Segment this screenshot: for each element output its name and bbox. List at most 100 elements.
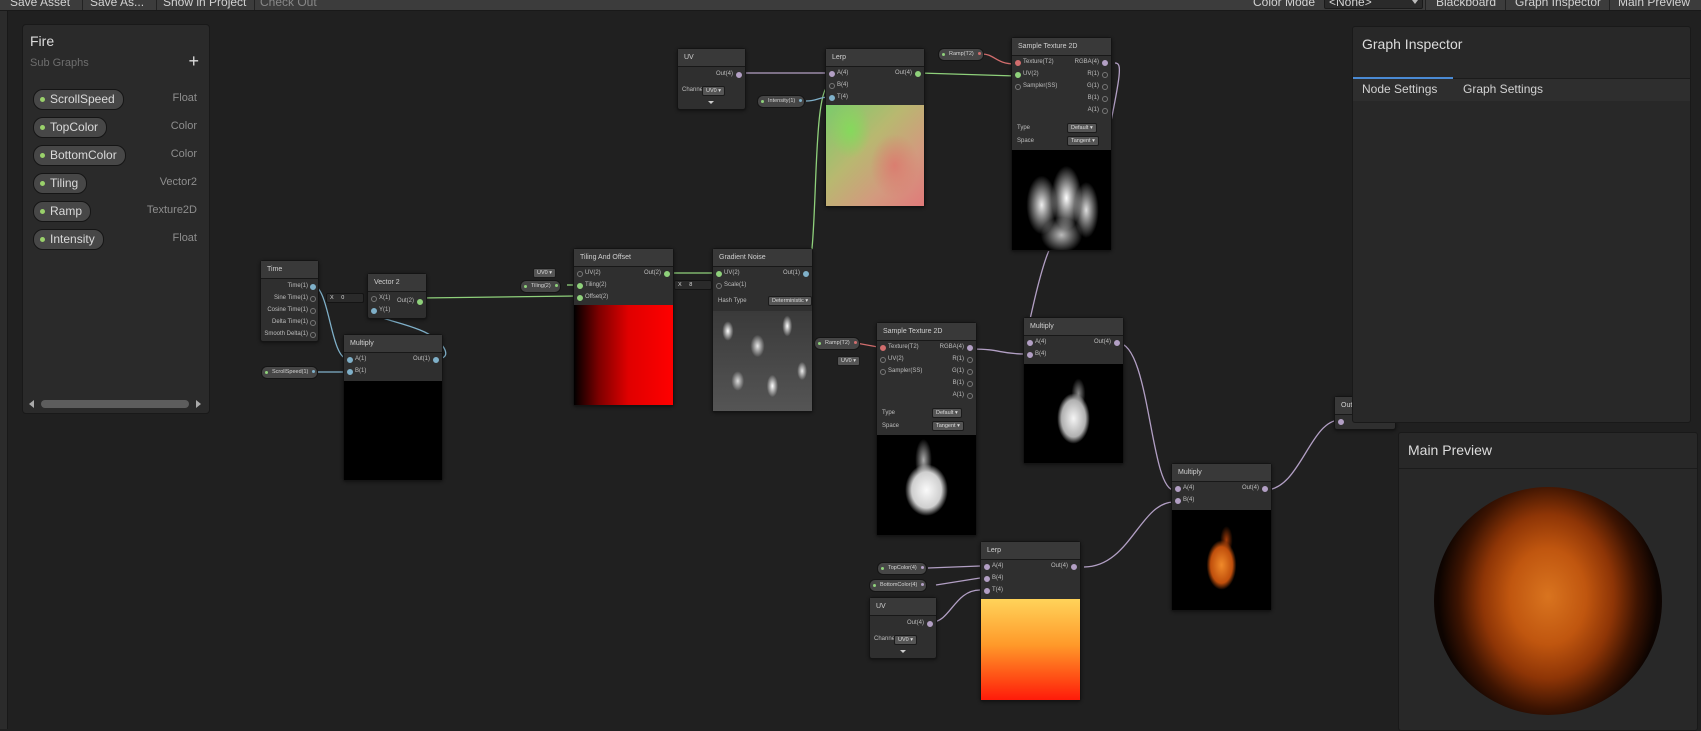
intensity-property-node[interactable]: Intensity(1): [757, 95, 806, 108]
property-row-intensity[interactable]: Intensity Float: [33, 229, 197, 250]
input-port[interactable]: [1175, 486, 1181, 492]
input-port[interactable]: [984, 564, 990, 570]
tiling-and-offset-node[interactable]: Tiling And Offset UV(2) Tiling(2) Offset…: [573, 248, 674, 406]
output-port[interactable]: [1102, 60, 1108, 66]
scrollbar-thumb[interactable]: [41, 400, 189, 408]
output-port[interactable]: [1071, 564, 1077, 570]
output-port[interactable]: [433, 357, 439, 363]
input-port[interactable]: [371, 308, 377, 314]
output-port[interactable]: [736, 72, 742, 78]
output-port[interactable]: [967, 345, 973, 351]
input-port[interactable]: [984, 588, 990, 594]
input-port[interactable]: [880, 369, 886, 375]
sample-texture-node-mid[interactable]: Sample Texture 2D Texture(T2) UV(2) Samp…: [876, 322, 977, 536]
output-port[interactable]: [915, 71, 921, 77]
output-port[interactable]: [921, 583, 925, 586]
input-port[interactable]: [984, 576, 990, 582]
uv-channel-dropdown[interactable]: UV0 ▾: [533, 268, 556, 278]
vector2-x-field[interactable]: X 0: [326, 293, 364, 303]
input-port[interactable]: [829, 95, 835, 101]
vector2-node[interactable]: Vector 2 X(1) Y(1) Out(2): [367, 273, 427, 319]
bottomcolor-property-node[interactable]: BottomColor(4): [869, 579, 928, 592]
property-pill[interactable]: ScrollSpeed: [33, 89, 124, 110]
output-port[interactable]: [803, 271, 809, 277]
property-pill[interactable]: TopColor: [33, 117, 108, 138]
input-port[interactable]: [829, 83, 835, 89]
input-port[interactable]: [829, 71, 835, 77]
input-port[interactable]: [1015, 60, 1021, 66]
output-port[interactable]: [310, 296, 316, 302]
add-property-button[interactable]: +: [188, 51, 199, 72]
tab-graph-settings[interactable]: Graph Settings: [1463, 82, 1543, 96]
property-pill[interactable]: Ramp: [33, 201, 92, 222]
output-port[interactable]: [664, 271, 670, 277]
input-port[interactable]: [1015, 84, 1021, 90]
property-pill[interactable]: Tiling: [33, 173, 88, 194]
property-row-topcolor[interactable]: TopColor Color: [33, 117, 197, 138]
input-port[interactable]: [716, 283, 722, 289]
output-port[interactable]: [310, 332, 316, 338]
scroll-left-icon[interactable]: [29, 400, 34, 408]
scrollspeed-property-node[interactable]: ScrollSpeed(1): [261, 366, 319, 379]
preview-sphere[interactable]: [1434, 487, 1662, 715]
tab-node-settings[interactable]: Node Settings: [1362, 82, 1437, 96]
uv-channel-dropdown-mid[interactable]: UV0 ▾: [837, 356, 860, 366]
input-port[interactable]: [577, 271, 583, 277]
output-port[interactable]: [417, 299, 423, 305]
output-port[interactable]: [310, 308, 316, 314]
output-port[interactable]: [1102, 96, 1108, 102]
input-port[interactable]: [577, 295, 583, 301]
multiply-node-1[interactable]: Multiply A(1) B(1) Out(1): [343, 334, 443, 481]
output-port[interactable]: [1102, 84, 1108, 90]
gradient-noise-node[interactable]: Gradient Noise UV(2) Scale(1) Out(1) Has…: [712, 248, 813, 412]
input-port[interactable]: [1338, 419, 1344, 425]
input-port[interactable]: [1027, 340, 1033, 346]
output-port[interactable]: [1102, 108, 1108, 114]
input-port[interactable]: [880, 345, 886, 351]
hash-type-dropdown[interactable]: Deterministic ▾: [768, 296, 813, 306]
input-port[interactable]: [1175, 498, 1181, 504]
sample-texture-node-top[interactable]: Sample Texture 2D Texture(T2) UV(2) Samp…: [1011, 37, 1112, 251]
time-node[interactable]: Time Time(1) Sine Time(1) Cosine Time(1)…: [260, 260, 319, 342]
output-port[interactable]: [927, 621, 933, 627]
scroll-right-icon[interactable]: [196, 400, 201, 408]
output-port[interactable]: [967, 381, 973, 387]
input-port[interactable]: [1015, 72, 1021, 78]
output-port[interactable]: [310, 320, 316, 326]
uv-node-top[interactable]: UV Out(4) Channel UV0 ▾: [677, 48, 746, 110]
lerp-node-1[interactable]: Lerp A(4) B(4) T(4) Out(4): [825, 48, 925, 207]
input-port[interactable]: [347, 357, 353, 363]
topcolor-property-node[interactable]: TopColor(4): [877, 562, 927, 575]
output-port[interactable]: [967, 393, 973, 399]
channel-dropdown[interactable]: UV0 ▾: [894, 635, 917, 645]
output-port[interactable]: [967, 369, 973, 375]
property-pill[interactable]: Intensity: [33, 229, 104, 250]
ramp-property-node-mid[interactable]: Ramp(T2): [814, 337, 860, 350]
input-port[interactable]: [716, 271, 722, 277]
output-port[interactable]: [799, 99, 803, 102]
output-port[interactable]: [977, 52, 981, 55]
input-port[interactable]: [347, 369, 353, 375]
output-port[interactable]: [967, 357, 973, 363]
output-port[interactable]: [310, 284, 316, 290]
property-pill[interactable]: BottomColor: [33, 145, 126, 166]
type-dropdown[interactable]: Default ▾: [932, 408, 962, 418]
multiply-node-3[interactable]: Multiply A(4) B(4) Out(4): [1171, 463, 1272, 611]
uv-node-bottom[interactable]: UV Out(4) Channel UV0 ▾: [869, 597, 937, 659]
ramp-property-node-top[interactable]: Ramp(T2): [938, 48, 984, 61]
lerp-node-2[interactable]: Lerp A(4) B(4) T(4) Out(4): [980, 541, 1081, 701]
space-dropdown[interactable]: Tangent ▾: [1067, 136, 1099, 146]
output-port[interactable]: [1262, 486, 1268, 492]
input-port[interactable]: [880, 357, 886, 363]
output-port[interactable]: [1102, 72, 1108, 78]
scale-field[interactable]: X 8: [674, 280, 712, 290]
chevron-down-icon[interactable]: [708, 101, 714, 104]
output-port[interactable]: [554, 284, 558, 287]
input-port[interactable]: [577, 283, 583, 289]
space-dropdown[interactable]: Tangent ▾: [932, 421, 964, 431]
input-port[interactable]: [371, 296, 377, 302]
type-dropdown[interactable]: Default ▾: [1067, 123, 1097, 133]
property-row-ramp[interactable]: Ramp Texture2D: [33, 201, 197, 222]
horizontal-scrollbar[interactable]: [27, 399, 203, 409]
property-row-tiling[interactable]: Tiling Vector2: [33, 173, 197, 194]
